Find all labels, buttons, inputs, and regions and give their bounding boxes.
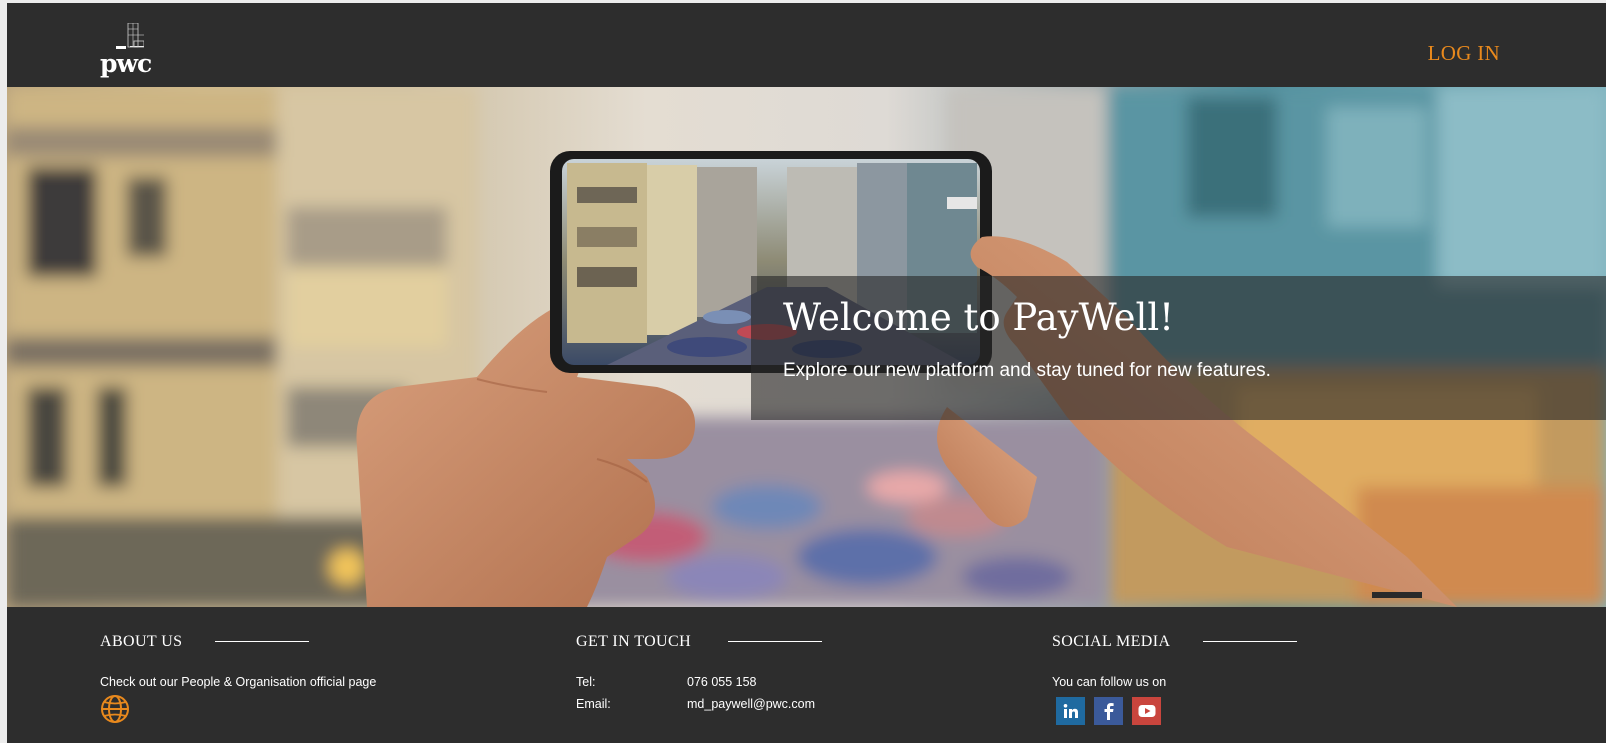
email-value[interactable]: md_paywell@pwc.com (687, 697, 815, 711)
social-heading-rule (1203, 641, 1297, 642)
contact-heading: GET IN TOUCH (576, 633, 692, 650)
about-text: Check out our People & Organisation offi… (100, 675, 377, 689)
contact-heading-rule (728, 641, 822, 642)
tel-value[interactable]: 076 055 158 (687, 675, 757, 689)
social-heading: SOCIAL MEDIA (1052, 633, 1171, 650)
login-link[interactable]: LOG IN (1428, 41, 1500, 66)
facebook-icon[interactable] (1094, 697, 1123, 725)
logo-building-icon (116, 23, 144, 49)
page: pwc LOG IN Welcome to PayWell! Explore o… (7, 3, 1606, 743)
about-heading: ABOUT US (100, 633, 183, 650)
tel-label: Tel: (576, 675, 596, 689)
footer: ABOUT US Check out our People & Organisa… (7, 607, 1606, 743)
hero-banner: Welcome to PayWell! Explore our new plat… (7, 87, 1606, 607)
about-heading-rule (215, 641, 309, 642)
youtube-icon[interactable] (1132, 697, 1161, 725)
hero-text-panel: Welcome to PayWell! Explore our new plat… (751, 276, 1606, 420)
pwc-logo[interactable]: pwc (100, 23, 180, 81)
email-label: Email: (576, 697, 611, 711)
hero-title: Welcome to PayWell! (783, 296, 1175, 339)
globe-icon[interactable] (100, 694, 130, 724)
footer-about-section: ABOUT US Check out our People & Organisa… (100, 607, 520, 743)
hero-subtitle: Explore our new platform and stay tuned … (783, 360, 1271, 381)
social-text: You can follow us on (1052, 675, 1167, 689)
social-icons (1056, 697, 1161, 725)
linkedin-icon[interactable] (1056, 697, 1085, 725)
footer-social-section: SOCIAL MEDIA You can follow us on (1052, 607, 1472, 743)
logo-wordmark: pwc (100, 49, 152, 78)
footer-contact-section: GET IN TOUCH Tel: 076 055 158 Email: md_… (576, 607, 996, 743)
top-bar: pwc LOG IN (7, 3, 1606, 87)
